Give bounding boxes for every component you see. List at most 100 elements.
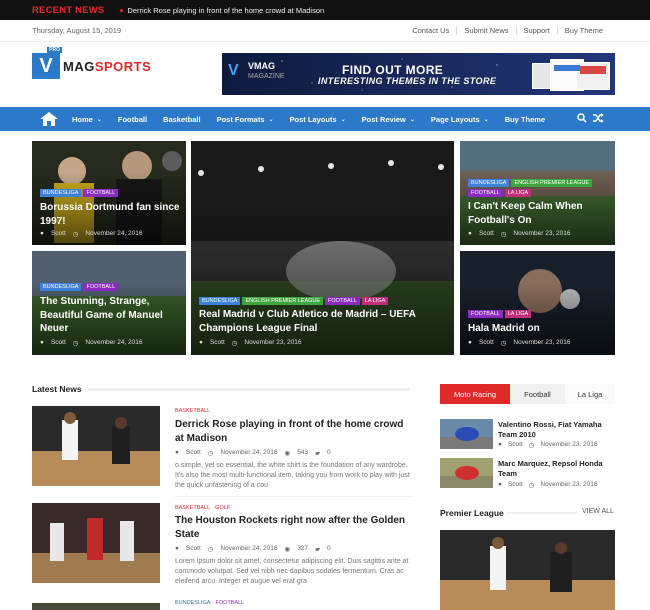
sidebar-thumbnail[interactable] [440,419,493,449]
shuffle-icon[interactable] [593,113,604,123]
author-name[interactable]: Scott [508,481,523,489]
author-name[interactable]: Scott [51,230,66,238]
category-tag[interactable]: FOOTBALL [468,310,503,318]
featured-title[interactable]: Borussia Dortmund fan since 1997! [40,201,180,228]
category-tag[interactable]: ENGLISH PREMIER LEAGUE [511,179,593,187]
contact-us-link[interactable]: Contact Us [405,26,456,35]
premier-league-image[interactable] [440,530,615,610]
post-excerpt: o simple, yet so essential, the white sh… [175,462,410,489]
post-meta: ● Scott ◷ November 24, 2016 ◉ 543 ▰ 0 [175,449,331,457]
post-category[interactable]: BASKETBALL [175,408,210,414]
banner-brand: VMAG [248,61,275,71]
post-date: November 23, 2016 [244,339,302,346]
featured-title[interactable]: Hala Madrid on [468,322,613,336]
author-name[interactable]: Scott [51,339,66,347]
nav-item-post-formats[interactable]: Post Formats ⌄ [209,115,282,124]
nav-item-home[interactable]: Home ⌄ [64,115,110,124]
featured-title[interactable]: Real Madrid v Club Atletico de Madrid – … [199,308,449,335]
featured-title[interactable]: The Stunning, Strange, Beautiful Game of… [40,295,185,336]
category-tag[interactable]: BUNDESLIGA [40,189,82,197]
post-thumbnail[interactable] [32,503,160,583]
view-all-link[interactable]: VIEW ALL [582,508,614,515]
category-tag[interactable]: BUNDESLIGA [199,297,241,305]
logo-mark: V PRO [32,47,62,79]
featured-title[interactable]: I Can't Keep Calm When Football's On [468,200,613,227]
author-name[interactable]: Scott [508,441,523,449]
home-icon[interactable] [38,111,60,127]
featured-meta: ● Scott ◷ November 23, 2016 [468,230,571,238]
featured-meta: ● Scott ◷ November 24, 2016 [40,339,143,347]
nav-item-post-review[interactable]: Post Review ⌄ [354,115,423,124]
post-thumbnail[interactable] [32,600,160,610]
post-category[interactable]: BUNDESLIGA FOOTBALL [175,600,244,606]
post-thumbnail[interactable] [32,406,160,486]
site-logo[interactable]: V PRO MAG SPORTS [32,47,151,79]
post-date: November 24, 2016 [220,545,278,552]
sidebar-item-title[interactable]: Marc Marquez, Repsol Honda Team [498,459,615,479]
nav-item-post-layouts[interactable]: Post Layouts ⌄ [282,115,354,124]
post-category[interactable]: BASKETBALL GOLF [175,505,230,511]
chevron-down-icon: ⌄ [409,116,415,123]
search-icon[interactable] [577,113,587,123]
sidebar-tabs: Moto Racing Football La Liga [440,384,615,404]
author-name[interactable]: Scott [186,449,201,457]
post-date: November 24, 2016 [85,339,143,346]
logo-text-mag: MAG [63,58,95,74]
author-icon: ● [40,339,44,346]
category-tag[interactable]: BUNDESLIGA [40,283,82,291]
tab-moto-racing[interactable]: Moto Racing [440,384,510,404]
chevron-down-icon: ⌄ [96,116,102,123]
featured-card-real-madrid[interactable]: BUNDESLIGA ENGLISH PREMIER LEAGUE FOOTBALL… [191,141,454,355]
current-date: Thursday, August 15, 2019 [32,26,122,35]
nav-item-football[interactable]: Football [110,115,155,124]
premier-league-heading: Premier League [440,508,504,518]
basketball-image [32,503,160,583]
author-icon: ● [468,339,472,346]
post-title[interactable]: Derrick Rose playing in front of the hom… [175,418,412,446]
chevron-down-icon: ⌄ [268,116,274,123]
author-name[interactable]: Scott [186,545,201,553]
sidebar-item-title[interactable]: Valentino Rossi, Fiat Yamaha Team 2010 [498,420,615,440]
category-tag[interactable]: LA LIGA [504,310,532,318]
chevron-down-icon: ⌄ [483,116,489,123]
tab-football[interactable]: Football [510,384,565,404]
category-tag[interactable]: BUNDESLIGA [468,179,510,187]
category-tag[interactable]: ENGLISH PREMIER LEAGUE [242,297,324,305]
banner-brand-sub: MAGAZINE [248,73,285,80]
post-title[interactable]: The Houston Rockets right now after the … [175,514,412,542]
category-tag[interactable]: FOOTBALL [468,189,503,197]
view-count: 327 [297,545,309,552]
category-tag[interactable]: LA LIGA [504,189,532,197]
featured-card-keep-calm[interactable]: BUNDESLIGA ENGLISH PREMIER LEAGUE FOOTBALL… [460,141,615,245]
buy-theme-link[interactable]: Buy Theme [556,26,610,35]
sidebar-thumbnail[interactable] [440,458,493,488]
nav-item-basketball[interactable]: Basketball [155,115,209,124]
comment-count: 0 [327,545,331,552]
featured-card-neuer[interactable]: BUNDESLIGA FOOTBALL The Stunning, Strange… [32,251,186,355]
sidebar-item: Marc Marquez, Repsol Honda Team ● Scott ◷ N… [440,458,615,490]
category-tag[interactable]: FOOTBALL [83,189,119,197]
clock-icon: ◷ [500,340,507,347]
nav-item-buy-theme[interactable]: Buy Theme [497,115,553,124]
featured-card-dortmund[interactable]: BUNDESLIGA FOOTBALL Borussia Dortmund fan… [32,141,186,245]
post-date: November 23, 2016 [513,339,571,346]
category-tag[interactable]: LA LIGA [361,297,389,305]
list-item: BUNDESLIGA FOOTBALL [32,600,412,610]
category-tag[interactable]: FOOTBALL [325,297,360,305]
featured-meta: ● Scott ◷ November 24, 2016 [40,230,143,238]
ad-banner[interactable]: V VMAG MAGAZINE FIND OUT MORE INTERESTIN… [222,53,615,95]
author-name[interactable]: Scott [210,339,225,347]
category-tag[interactable]: FOOTBALL [83,283,119,291]
post-date: November 23, 2016 [540,441,598,448]
author-name[interactable]: Scott [479,230,494,238]
submit-news-link[interactable]: Submit News [456,26,515,35]
clock-icon: ◷ [231,340,238,347]
support-link[interactable]: Support [515,26,557,35]
ticker-link[interactable]: Derrick Rose playing in front of the hom… [127,6,324,15]
author-icon: ● [40,230,44,237]
latest-news-heading: Latest News [32,384,82,394]
featured-card-hala-madrid[interactable]: FOOTBALL LA LIGA Hala Madrid on ● Scott ◷ No… [460,251,615,355]
author-name[interactable]: Scott [479,339,494,347]
nav-item-page-layouts[interactable]: Page Layouts ⌄ [423,115,497,124]
tab-la-liga[interactable]: La Liga [565,384,615,404]
